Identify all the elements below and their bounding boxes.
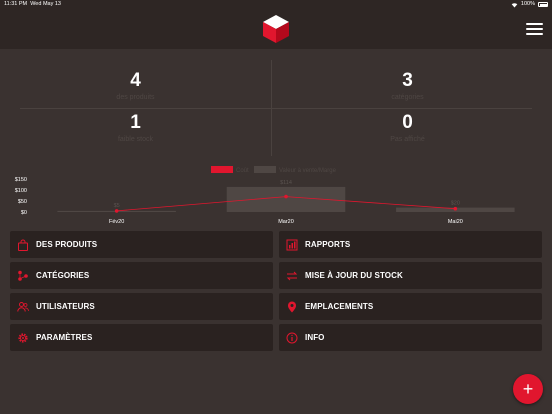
swap-arrows-icon (285, 269, 299, 283)
reports-icon (285, 238, 299, 252)
tile-label: RAPPORTS (305, 240, 351, 249)
tile-stock-update[interactable]: MISE À JOUR DU STOCK (279, 262, 542, 289)
status-time: 11:31 PM (4, 1, 28, 7)
gear-icon (16, 331, 30, 345)
status-right: 100% (511, 0, 548, 9)
categories-icon (16, 269, 30, 283)
y-tick-label: $50 (18, 199, 27, 205)
tile-label: UTILISATEURS (36, 302, 95, 311)
tile-info[interactable]: INFO (279, 324, 542, 351)
stat-value: 0 (402, 112, 413, 133)
stat-products: 4 des produits (0, 70, 271, 101)
cost-point (114, 209, 119, 213)
add-icon: + (522, 379, 534, 399)
stat-label: Pas affiché (390, 136, 425, 143)
info-icon (285, 331, 299, 345)
y-tick-label: $150 (15, 177, 27, 183)
tile-label: CATÉGORIES (36, 271, 90, 280)
legend-label-cost: Coût (236, 168, 249, 174)
legend-swatch-cost (211, 166, 233, 173)
y-tick-label: $100 (15, 188, 27, 194)
top-bar (0, 9, 552, 49)
tile-categories[interactable]: CATÉGORIES (10, 262, 273, 289)
hamburger-menu-icon[interactable] (526, 23, 543, 37)
stat-value: 3 (402, 70, 413, 91)
stats-horizontal-divider (20, 108, 532, 109)
status-time-date: 11:31 PM Wed May 13 (4, 0, 61, 9)
x-tick-label: Mai20 (448, 219, 463, 225)
status-bar: 11:31 PM Wed May 13 100% (0, 0, 552, 9)
wifi-icon (511, 2, 518, 7)
tile-settings[interactable]: PARAMÈTRES (10, 324, 273, 351)
stat-categories: 3 catégories (272, 70, 543, 101)
stock-value-chart: Coût Valeur à vente/Marge $150 $100 $50 $0 $11… (15, 166, 515, 225)
stat-low-stock: 1 faible stock (0, 112, 271, 143)
tile-products[interactable]: DES PRODUITS (10, 231, 273, 258)
stat-label: faible stock (117, 136, 154, 143)
legend-label-value: Valeur à vente/Marge (279, 168, 337, 174)
legend-swatch-value (254, 166, 276, 173)
bar-data-label: $20 (451, 201, 460, 207)
bar-data-label: $114 (280, 180, 292, 186)
x-tick-label: Mar20 (278, 219, 294, 225)
app-logo-cube-icon (263, 15, 289, 43)
status-date: Wed May 13 (30, 1, 61, 7)
cost-point (453, 206, 458, 211)
stat-value: 4 (130, 70, 141, 91)
tile-label: EMPLACEMENTS (305, 302, 374, 311)
cost-point (284, 194, 288, 199)
stat-not-displayed: 0 Pas affiché (272, 112, 543, 143)
location-pin-icon (285, 300, 299, 314)
tile-label: MISE À JOUR DU STOCK (305, 271, 403, 280)
battery-percent: 100% (520, 1, 535, 7)
stat-label: des produits (116, 94, 155, 101)
tile-users[interactable]: UTILISATEURS (10, 293, 273, 320)
y-tick-label: $0 (21, 210, 27, 216)
tile-label: PARAMÈTRES (36, 333, 93, 342)
x-tick-label: Fév20 (109, 219, 124, 225)
tile-locations[interactable]: EMPLACEMENTS (279, 293, 542, 320)
tile-label: DES PRODUITS (36, 240, 98, 249)
stats-panel: 4 des produits 3 catégories 1 faible sto… (0, 60, 552, 160)
add-button[interactable]: + (513, 374, 543, 404)
tile-label: INFO (305, 333, 325, 342)
tile-reports[interactable]: RAPPORTS (279, 231, 542, 258)
stat-label: catégories (391, 94, 424, 101)
point-data-label: $5 (114, 203, 120, 209)
users-icon (16, 300, 30, 314)
battery-icon (538, 2, 548, 7)
shopping-bag-icon (16, 238, 30, 252)
stat-value: 1 (130, 112, 141, 133)
